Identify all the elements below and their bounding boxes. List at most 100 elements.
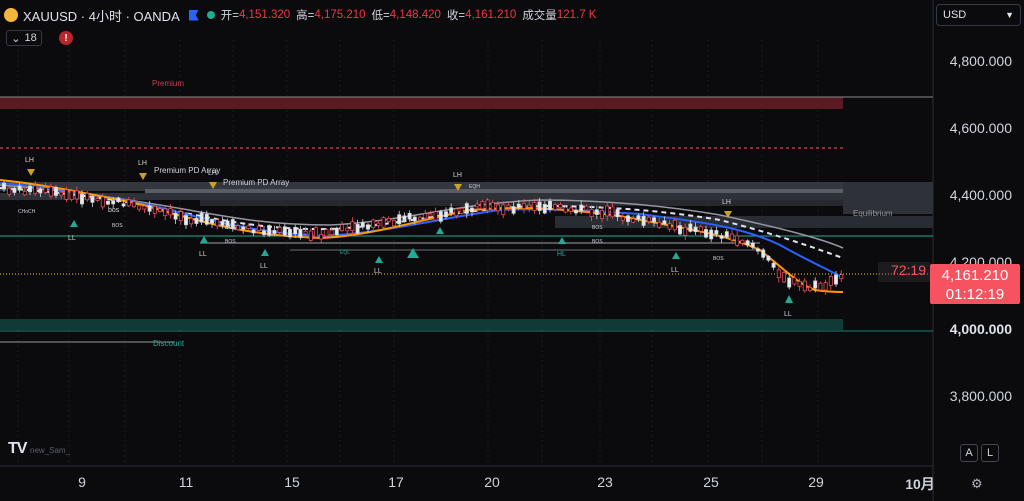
candle-body bbox=[631, 218, 636, 223]
candle-body bbox=[100, 196, 105, 208]
candle-body bbox=[589, 208, 594, 217]
eqh-label: EQH bbox=[469, 184, 480, 190]
settings-gear-icon[interactable]: ⚙ bbox=[971, 476, 983, 492]
price-axis-label: 3,800.000 bbox=[949, 388, 1012, 404]
ll-label: LL bbox=[199, 251, 207, 258]
bos-label: BOS bbox=[592, 239, 603, 245]
candle-body bbox=[74, 190, 79, 200]
discount-label: Discount bbox=[153, 339, 185, 348]
candle-body bbox=[428, 213, 433, 217]
bos-label: bos bbox=[225, 224, 237, 231]
time-axis-label: 17 bbox=[388, 474, 404, 490]
candle-body bbox=[459, 208, 464, 214]
candle-body bbox=[111, 200, 116, 205]
market-status-icon bbox=[206, 11, 215, 19]
candle-body bbox=[433, 211, 438, 221]
candle-body bbox=[574, 209, 578, 214]
candle-body bbox=[548, 200, 552, 210]
candle-body bbox=[454, 208, 459, 217]
candle-body bbox=[293, 226, 298, 235]
candle-body bbox=[532, 202, 537, 211]
candle-body bbox=[475, 203, 480, 208]
candle-body bbox=[490, 202, 495, 210]
auto-scale-button[interactable]: A bbox=[960, 444, 978, 462]
candle-body bbox=[210, 219, 214, 224]
ll-marker-icon bbox=[200, 236, 208, 243]
hl-marker-icon bbox=[558, 237, 566, 244]
price-axis-label: 4,600.000 bbox=[949, 120, 1012, 136]
candle-body bbox=[626, 215, 630, 222]
candle-body bbox=[485, 199, 490, 211]
candle-body bbox=[85, 193, 90, 201]
candle-body bbox=[126, 199, 131, 207]
candle-body bbox=[371, 219, 376, 229]
price-chart[interactable]: Premium Equilibrium Premium PD Array Pre… bbox=[0, 0, 1024, 501]
candle-body bbox=[38, 188, 43, 194]
currency-select[interactable]: USD ▼ bbox=[936, 4, 1021, 26]
candle-body bbox=[496, 204, 500, 212]
candle-body bbox=[412, 216, 417, 222]
price-axis-label: 4,000.000 bbox=[949, 321, 1012, 337]
ll-marker-icon bbox=[70, 220, 78, 227]
candle-body bbox=[80, 193, 84, 205]
candle-body bbox=[158, 208, 162, 212]
high-label: 高= bbox=[296, 10, 315, 22]
candle-body bbox=[152, 205, 157, 214]
candle-body bbox=[735, 235, 740, 246]
lh-label: LH bbox=[722, 199, 731, 206]
price-axis-label: 4,800.000 bbox=[949, 53, 1012, 69]
candle-body bbox=[750, 242, 755, 248]
equilibrium-label: Equilibrium bbox=[853, 209, 893, 218]
candle-body bbox=[308, 230, 313, 241]
candle-body bbox=[688, 223, 693, 232]
candle-body bbox=[137, 205, 142, 210]
candle-body bbox=[605, 205, 610, 217]
candle-body bbox=[464, 203, 469, 214]
hl-marker-icon bbox=[436, 227, 444, 234]
candle-body bbox=[719, 235, 724, 239]
ll-label: LL bbox=[260, 263, 268, 270]
candle-body bbox=[241, 226, 246, 230]
candle-body bbox=[168, 208, 173, 216]
tradingview-logo[interactable]: TV bbox=[8, 440, 27, 458]
time-axis-label: 15 bbox=[284, 474, 300, 490]
candle-body bbox=[402, 215, 407, 221]
candle-body bbox=[189, 217, 194, 225]
warning-icon[interactable]: ! bbox=[59, 31, 73, 45]
candle-body bbox=[184, 215, 188, 226]
candle-body bbox=[553, 204, 558, 210]
author-name: new_Sam_ bbox=[30, 446, 71, 455]
candle-body bbox=[704, 229, 708, 238]
candle-body bbox=[610, 206, 615, 218]
candle-body bbox=[730, 233, 734, 241]
candle-body bbox=[501, 204, 506, 215]
candle-body bbox=[392, 220, 396, 227]
low-label: 低= bbox=[371, 10, 390, 22]
candle-body bbox=[511, 206, 516, 214]
candle-body bbox=[652, 217, 656, 223]
candle-body bbox=[277, 227, 282, 233]
flag-icon[interactable] bbox=[188, 9, 199, 21]
candle-body bbox=[834, 274, 838, 285]
ll-marker-icon bbox=[261, 249, 269, 256]
log-scale-button[interactable]: L bbox=[981, 444, 999, 462]
indicators-toggle-button[interactable]: ⌄ 18 bbox=[6, 30, 42, 46]
symbol-title[interactable]: XAUUSD · 4小时 · OANDA bbox=[23, 6, 180, 25]
last-price-value: 4,161.210 bbox=[941, 267, 1009, 284]
candle-body bbox=[813, 280, 818, 289]
time-axis-label: 11 bbox=[178, 474, 194, 490]
candle-body bbox=[641, 215, 646, 226]
lh-marker-icon bbox=[27, 169, 35, 176]
symbol-header: XAUUSD · 4小时 · OANDA 开= 4,151.320 高= 4,175… bbox=[4, 6, 602, 24]
candle-body bbox=[568, 207, 573, 212]
candle-body bbox=[121, 203, 126, 207]
candle-body bbox=[756, 248, 760, 252]
candle-body bbox=[672, 220, 677, 231]
candle-body bbox=[366, 224, 370, 230]
structure-markers: LH LH LH LH LH LL LL LL LL HL LL LL bos … bbox=[18, 157, 793, 318]
candle-body bbox=[7, 187, 12, 195]
candle-body bbox=[106, 200, 110, 205]
candle-body bbox=[438, 211, 443, 222]
candle-body bbox=[828, 276, 833, 286]
time-axis-label: 29 bbox=[808, 474, 824, 490]
